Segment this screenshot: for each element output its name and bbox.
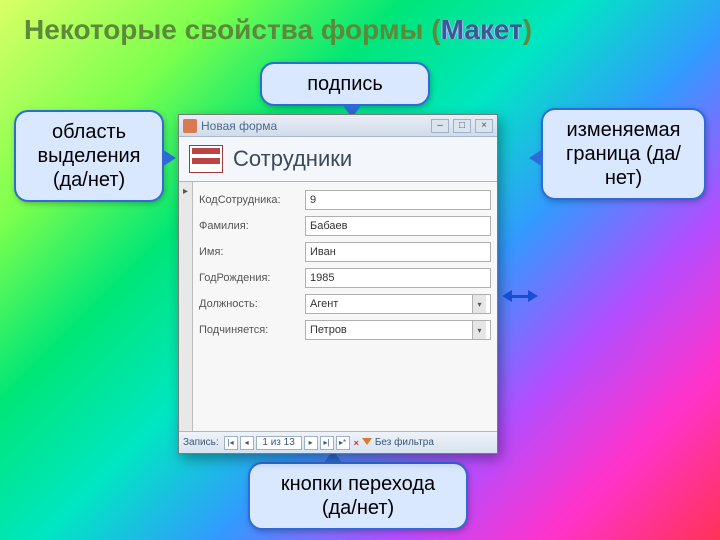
filter-clear-icon: × bbox=[354, 438, 359, 448]
nav-last-button[interactable]: ▸| bbox=[320, 436, 334, 450]
minimize-button[interactable]: – bbox=[431, 119, 449, 133]
field-input[interactable]: Иван bbox=[305, 242, 491, 262]
nav-label: Запись: bbox=[183, 437, 219, 448]
funnel-icon bbox=[362, 438, 372, 448]
field-label: Подчиняется: bbox=[199, 324, 299, 336]
field-value: Бабаев bbox=[310, 220, 347, 232]
field-label: ГодРождения: bbox=[199, 272, 299, 284]
callout-nav-buttons: кнопки перехода (да/нет) bbox=[248, 462, 468, 530]
field-label: Фамилия: bbox=[199, 220, 299, 232]
chevron-down-icon[interactable]: ▾ bbox=[472, 321, 486, 339]
maximize-button[interactable]: □ bbox=[453, 119, 471, 133]
form-window: Новая форма – □ × Сотрудники ▸ КодСотруд… bbox=[178, 114, 498, 454]
field-row: КодСотрудника: 9 bbox=[199, 190, 491, 210]
fields-area: КодСотрудника: 9 Фамилия: Бабаев Имя: Иван Год… bbox=[193, 182, 497, 431]
nav-filter-indicator[interactable]: × Без фильтра bbox=[358, 437, 434, 448]
field-row: ГодРождения: 1985 bbox=[199, 268, 491, 288]
close-button[interactable]: × bbox=[475, 119, 493, 133]
callout-border-text: изменяемая граница (да/нет) bbox=[566, 119, 681, 189]
slide-title-end: ) bbox=[523, 14, 532, 45]
record-selector[interactable]: ▸ bbox=[179, 182, 193, 431]
nav-first-button[interactable]: |◂ bbox=[224, 436, 238, 450]
field-row: Подчиняется: Петров ▾ bbox=[199, 320, 491, 340]
form-logo-icon bbox=[189, 145, 223, 173]
window-titlebar[interactable]: Новая форма – □ × bbox=[179, 115, 497, 137]
callout-caption-text: подпись bbox=[307, 73, 383, 95]
callout-selection-area: область выделения (да/нет) bbox=[14, 110, 164, 202]
field-label: Должность: bbox=[199, 298, 299, 310]
field-value: 1985 bbox=[310, 272, 334, 284]
field-value: Иван bbox=[310, 246, 336, 258]
callout-selection-text: область выделения (да/нет) bbox=[38, 121, 141, 191]
callout-tail bbox=[529, 149, 543, 167]
nav-position-box[interactable]: 1 из 13 bbox=[256, 436, 302, 450]
field-input[interactable]: 9 bbox=[305, 190, 491, 210]
callout-tail bbox=[162, 149, 176, 167]
field-row: Должность: Агент ▾ bbox=[199, 294, 491, 314]
slide-title-maket: Макет bbox=[441, 14, 523, 45]
form-body: ▸ КодСотрудника: 9 Фамилия: Бабаев Имя: Иван Г… bbox=[179, 182, 497, 431]
callout-nav-text: кнопки перехода (да/нет) bbox=[281, 473, 435, 519]
field-row: Фамилия: Бабаев bbox=[199, 216, 491, 236]
field-value: Агент bbox=[310, 298, 338, 310]
callout-resizable-border: изменяемая граница (да/нет) bbox=[541, 108, 706, 200]
field-value: Петров bbox=[310, 324, 347, 336]
form-icon bbox=[183, 119, 197, 133]
callout-caption: подпись bbox=[260, 62, 430, 106]
nav-prev-button[interactable]: ◂ bbox=[240, 436, 254, 450]
filter-label: Без фильтра bbox=[375, 437, 434, 448]
field-row: Имя: Иван bbox=[199, 242, 491, 262]
resize-arrow-icon bbox=[502, 290, 538, 302]
window-title: Новая форма bbox=[201, 119, 427, 133]
record-navigation-bar: Запись: |◂ ◂ 1 из 13 ▸ ▸| ▸* × Без фильт… bbox=[179, 431, 497, 453]
field-combobox[interactable]: Агент ▾ bbox=[305, 294, 491, 314]
field-label: Имя: bbox=[199, 246, 299, 258]
slide-title: Некоторые свойства формы (Макет) bbox=[24, 14, 532, 46]
field-input[interactable]: 1985 bbox=[305, 268, 491, 288]
field-value: 9 bbox=[310, 194, 316, 206]
form-header: Сотрудники bbox=[179, 137, 497, 182]
nav-next-button[interactable]: ▸ bbox=[304, 436, 318, 450]
field-label: КодСотрудника: bbox=[199, 194, 299, 206]
chevron-down-icon[interactable]: ▾ bbox=[472, 295, 486, 313]
slide-title-main: Некоторые свойства формы ( bbox=[24, 14, 441, 45]
form-caption: Сотрудники bbox=[233, 146, 352, 172]
field-input[interactable]: Бабаев bbox=[305, 216, 491, 236]
field-combobox[interactable]: Петров ▾ bbox=[305, 320, 491, 340]
nav-new-button[interactable]: ▸* bbox=[336, 436, 350, 450]
